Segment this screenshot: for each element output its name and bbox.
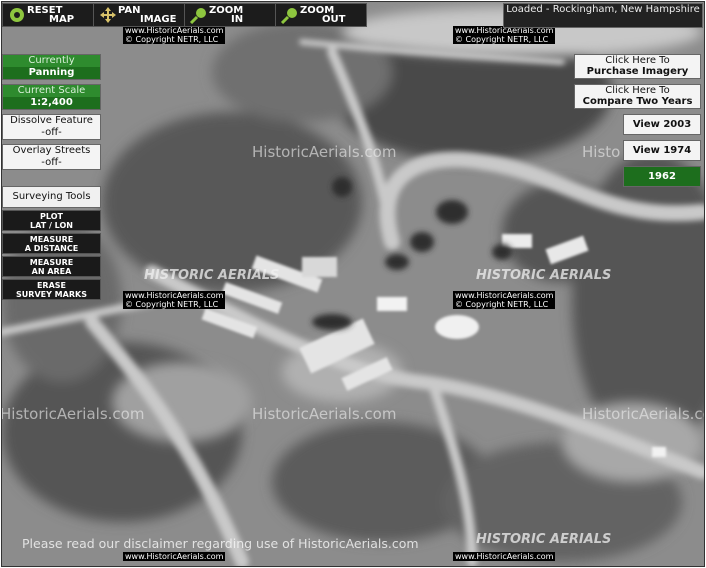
watermark-logo: HISTORIC AERIALS — [144, 268, 280, 283]
watermark-site-text: Histo — [582, 143, 621, 161]
tool-label-line1: PLOT — [40, 212, 63, 221]
watermark-box: www.HistoricAerials.com © Copyright NETR… — [123, 26, 226, 44]
zoom-out-button[interactable]: ZOOM OUT — [276, 4, 366, 26]
compare-line1: Click Here To — [605, 85, 670, 96]
compare-line2: Compare Two Years — [582, 96, 693, 107]
overlay-streets-toggle[interactable]: Overlay Streets -off- — [2, 144, 101, 170]
tool-label-line1: ERASE — [36, 281, 67, 290]
surveying-tools-title: Surveying Tools — [2, 186, 101, 208]
dissolve-value: -off- — [41, 127, 62, 138]
dissolve-feature-toggle[interactable]: Dissolve Feature -off- — [2, 114, 101, 140]
watermark-box: www.HistoricAerials.com © Copyright NETR… — [453, 26, 556, 44]
watermark-site-text: HistoricAerials.com — [252, 143, 397, 161]
mode-value: Panning — [3, 67, 100, 79]
watermark-logo: HISTORIC AERIALS — [476, 532, 612, 547]
scale-value: 1:2,400 — [3, 97, 100, 109]
streets-label: Overlay Streets — [12, 145, 91, 156]
scale-indicator: Current Scale 1:2,400 — [2, 84, 101, 110]
purchase-line1: Click Here To — [605, 55, 670, 66]
pan-label-bottom: IMAGE — [140, 14, 177, 25]
watermark-site-text: HistoricAerials.com — [1, 405, 145, 423]
tool-label-line2: LAT / LON — [30, 221, 73, 230]
watermark-copyright: © Copyright NETR, LLC — [125, 35, 219, 44]
watermark-url: www.HistoricAerials.com — [125, 291, 224, 300]
watermark-box: www.HistoricAerials.com — [453, 552, 556, 561]
watermark-box: www.HistoricAerials.com © Copyright NETR… — [123, 291, 226, 309]
purchase-imagery-button[interactable]: Click Here To Purchase Imagery — [574, 54, 701, 79]
disclaimer-text: Please read our disclaimer regarding use… — [22, 536, 419, 551]
watermark-url: www.HistoricAerials.com — [455, 291, 554, 300]
watermark-logo: HISTORIC AERIALS — [476, 268, 612, 283]
watermark-box: www.HistoricAerials.com — [123, 552, 226, 561]
compare-years-button[interactable]: Click Here To Compare Two Years — [574, 84, 701, 109]
map-toolbar: RESET MAP PAN IMAGE ZOOM IN ZOOM OUT — [2, 3, 367, 27]
zoom-in-button[interactable]: ZOOM IN — [185, 4, 276, 26]
view-2003-button[interactable]: View 2003 — [623, 114, 701, 135]
watermark-copyright: © Copyright NETR, LLC — [125, 300, 219, 309]
watermark-box: www.HistoricAerials.com © Copyright NETR… — [453, 291, 556, 309]
magnifier-minus-icon — [280, 8, 297, 24]
watermark-site-text: HistoricAerials.com — [252, 405, 397, 423]
tool-label-line2: AN AREA — [31, 267, 72, 276]
plot-lat-lon-button[interactable]: PLOT LAT / LON — [2, 210, 101, 231]
measure-area-button[interactable]: MEASURE AN AREA — [2, 256, 101, 277]
reset-icon — [10, 8, 24, 22]
mode-indicator: Currently Panning — [2, 54, 101, 80]
reset-map-button[interactable]: RESET MAP — [3, 4, 94, 26]
pan-arrows-icon — [100, 7, 116, 23]
tool-label-line1: MEASURE — [29, 258, 74, 267]
measure-distance-button[interactable]: MEASURE A DISTANCE — [2, 233, 101, 254]
tool-label-line2: A DISTANCE — [24, 244, 79, 253]
watermark-copyright: © Copyright NETR, LLC — [455, 300, 549, 309]
streets-value: -off- — [41, 157, 62, 168]
watermark-url: www.HistoricAerials.com — [125, 552, 224, 561]
purchase-line2: Purchase Imagery — [586, 66, 689, 77]
erase-survey-marks-button[interactable]: ERASE SURVEY MARKS — [2, 279, 101, 300]
reset-label-bottom: MAP — [49, 14, 75, 25]
zoom-in-label-bottom: IN — [231, 14, 244, 25]
mode-label: Currently — [3, 55, 100, 67]
tool-label-line2: SURVEY MARKS — [16, 290, 87, 299]
watermark-url: www.HistoricAerials.com — [455, 552, 554, 561]
view-1974-button[interactable]: View 1974 — [623, 140, 701, 161]
loaded-location-status: Loaded - Rockingham, New Hampshire — [503, 3, 703, 28]
current-year-1962[interactable]: 1962 — [623, 166, 701, 187]
tool-label-line1: MEASURE — [29, 235, 74, 244]
magnifier-plus-icon — [189, 8, 206, 24]
watermark-copyright: © Copyright NETR, LLC — [455, 35, 549, 44]
watermark-site-text: HistoricAerials.com — [582, 405, 704, 423]
pan-image-button[interactable]: PAN IMAGE — [94, 4, 185, 26]
pan-label-top: PAN — [118, 5, 141, 16]
zoom-out-label-bottom: OUT — [322, 14, 346, 25]
dissolve-label: Dissolve Feature — [10, 115, 93, 126]
scale-label: Current Scale — [3, 85, 100, 97]
watermark-url: www.HistoricAerials.com — [125, 26, 224, 35]
